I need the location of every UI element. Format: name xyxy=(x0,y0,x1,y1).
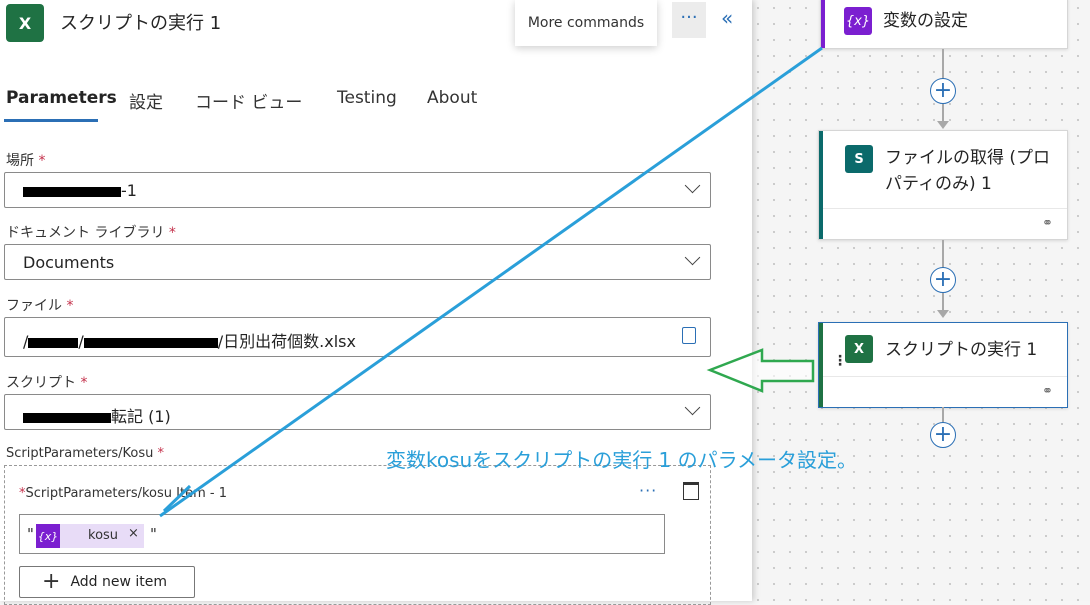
annotation-green-arrow xyxy=(706,348,815,393)
annotation-blue-line xyxy=(159,46,823,518)
annotation-overlay xyxy=(159,46,823,518)
